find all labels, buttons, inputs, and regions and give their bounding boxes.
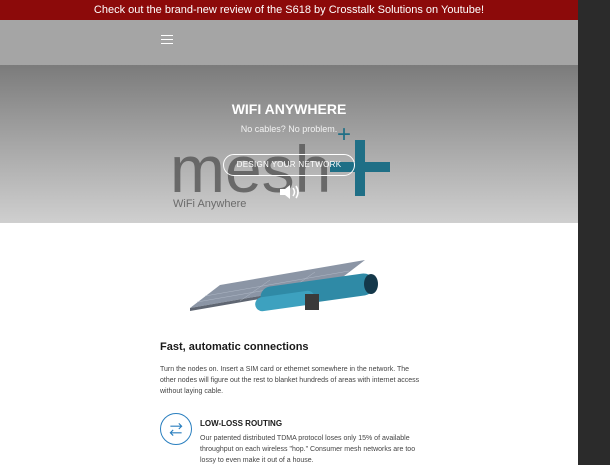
- hero-banner: mesh + WiFi Anywhere WIFI ANYWHERE No ca…: [0, 65, 578, 223]
- top-nav-bar: [0, 20, 578, 65]
- speaker-icon[interactable]: [278, 183, 302, 201]
- hero-subtitle: No cables? No problem.: [240, 124, 338, 134]
- solar-mesh-node-image: [190, 260, 378, 312]
- design-your-network-button[interactable]: DESIGN YOUR NETWORK: [223, 154, 355, 176]
- promo-banner[interactable]: Check out the brand-new review of the S6…: [0, 0, 578, 20]
- section-title: Fast, automatic connections: [160, 341, 309, 353]
- right-side-panel: [578, 0, 610, 465]
- section-body: Turn the nodes on. Insert a SIM card or …: [160, 366, 420, 395]
- promo-text[interactable]: Check out the brand-new review of the S6…: [94, 4, 484, 16]
- feature-body: Our patented distributed TDMA protocol l…: [200, 435, 416, 464]
- feature-title: LOW-LOSS ROUTING: [200, 419, 283, 428]
- page: Check out the brand-new review of the S6…: [0, 0, 578, 465]
- swap-arrows-icon: [160, 413, 192, 445]
- hero-title: WIFI ANYWHERE: [231, 101, 347, 117]
- logo-tagline: WiFi Anywhere: [173, 198, 246, 210]
- hamburger-menu-icon[interactable]: [161, 35, 173, 45]
